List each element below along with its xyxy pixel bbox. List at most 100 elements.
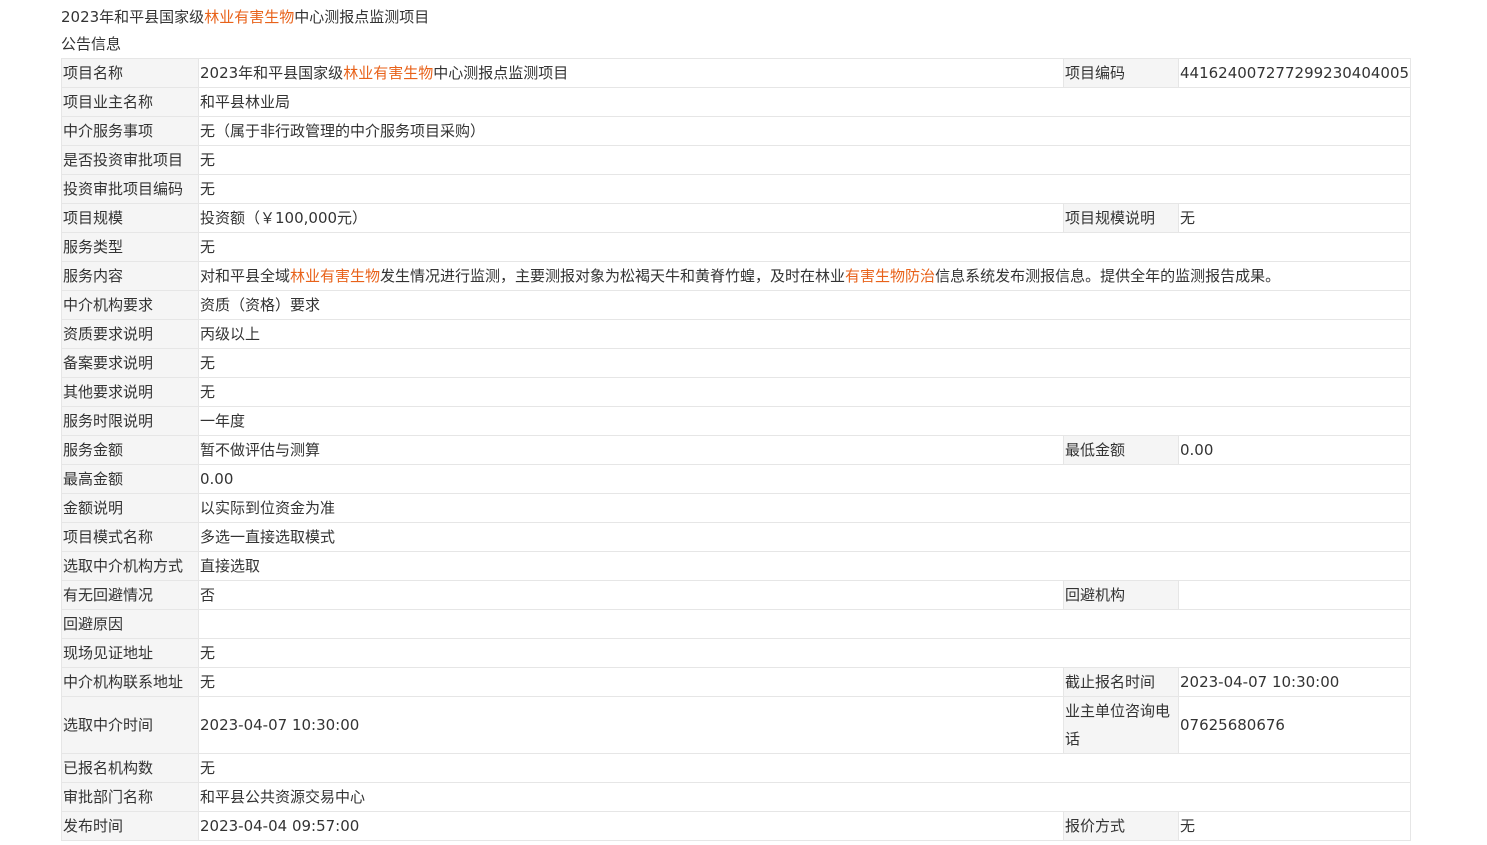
value-part: 信息系统发布测报信息。提供全年的监测报告成果。 [935, 267, 1281, 285]
field-label: 发布时间 [61, 811, 199, 841]
field-label: 中介服务事项 [61, 116, 199, 146]
field-label: 项目规模 [61, 203, 199, 233]
field-value: 无（属于非行政管理的中介服务项目采购） [198, 116, 1411, 146]
table-row: 审批部门名称 和平县公共资源交易中心 [61, 782, 1411, 812]
page-title-part: 2023年和平县国家级 [61, 8, 205, 26]
field-value: 和平县公共资源交易中心 [198, 782, 1411, 812]
field-label: 服务内容 [61, 261, 199, 291]
field-value: 2023-04-04 09:57:00 [198, 811, 1064, 841]
page-title-part: 中心测报点监测项目 [294, 8, 430, 26]
table-row: 发布时间 2023-04-04 09:57:00 报价方式 无 [61, 811, 1411, 841]
table-row: 其他要求说明 无 [61, 377, 1411, 407]
field-value: 0.00 [1178, 435, 1411, 465]
table-row: 回避原因 [61, 609, 1411, 639]
table-row: 金额说明 以实际到位资金为准 [61, 493, 1411, 523]
field-value: 和平县林业局 [198, 87, 1411, 117]
value-highlight: 林业有害生物 [343, 64, 434, 82]
field-label: 中介机构要求 [61, 290, 199, 320]
table-row: 投资审批项目编码 无 [61, 174, 1411, 204]
table-row: 中介机构要求 资质（资格）要求 [61, 290, 1411, 320]
field-label: 项目规模说明 [1063, 203, 1179, 233]
field-label: 其他要求说明 [61, 377, 199, 407]
field-label: 选取中介机构方式 [61, 551, 199, 581]
table-row: 项目名称 2023年和平县国家级林业有害生物中心测报点监测项目 项目编码 441… [61, 58, 1411, 88]
table-row: 中介服务事项 无（属于非行政管理的中介服务项目采购） [61, 116, 1411, 146]
field-value: 无 [198, 377, 1411, 407]
table-row: 是否投资审批项目 无 [61, 145, 1411, 175]
field-value: 2023年和平县国家级林业有害生物中心测报点监测项目 [198, 58, 1064, 88]
field-label: 服务类型 [61, 232, 199, 262]
page-title-highlight: 林业有害生物 [204, 8, 295, 26]
field-value: 无 [198, 145, 1411, 175]
table-row: 已报名机构数 无 [61, 753, 1411, 783]
field-label: 项目模式名称 [61, 522, 199, 552]
field-value: 无 [198, 174, 1411, 204]
field-value: 无 [198, 753, 1411, 783]
field-label: 审批部门名称 [61, 782, 199, 812]
field-value: 无 [1178, 203, 1411, 233]
value-highlight: 林业有害生物 [290, 267, 381, 285]
value-part: 对和平县全域 [200, 267, 291, 285]
value-highlight: 有害生物防治 [845, 267, 936, 285]
table-row: 有无回避情况 否 回避机构 [61, 580, 1411, 610]
value-part: 发生情况进行监测，主要测报对象为松褐天牛和黄脊竹蝗，及时在林业 [380, 267, 846, 285]
field-value: 一年度 [198, 406, 1411, 436]
field-value: 2023-04-07 10:30:00 [1178, 667, 1411, 697]
field-value: 07625680676 [1178, 696, 1411, 754]
field-label: 回避原因 [61, 609, 199, 639]
field-label: 报价方式 [1063, 811, 1179, 841]
field-label: 最高金额 [61, 464, 199, 494]
field-label: 项目业主名称 [61, 87, 199, 117]
field-label: 选取中介时间 [61, 696, 199, 754]
table-row: 服务内容 对和平县全域林业有害生物发生情况进行监测，主要测报对象为松褐天牛和黄脊… [61, 261, 1411, 291]
field-label: 最低金额 [1063, 435, 1179, 465]
field-label: 项目编码 [1063, 58, 1179, 88]
field-label: 截止报名时间 [1063, 667, 1179, 697]
table-row: 选取中介机构方式 直接选取 [61, 551, 1411, 581]
table-row: 项目模式名称 多选一直接选取模式 [61, 522, 1411, 552]
value-part: 中心测报点监测项目 [433, 64, 569, 82]
table-row: 项目规模 投资额（￥100,000元） 项目规模说明 无 [61, 203, 1411, 233]
field-label: 回避机构 [1063, 580, 1179, 610]
field-value: 暂不做评估与测算 [198, 435, 1064, 465]
field-value [1178, 580, 1411, 610]
field-label: 服务金额 [61, 435, 199, 465]
field-value: 0.00 [198, 464, 1411, 494]
field-value: 直接选取 [198, 551, 1411, 581]
field-label: 资质要求说明 [61, 319, 199, 349]
field-label: 已报名机构数 [61, 753, 199, 783]
table-row: 选取中介时间 2023-04-07 10:30:00 业主单位咨询电话 0762… [61, 696, 1411, 754]
table-row: 资质要求说明 丙级以上 [61, 319, 1411, 349]
field-value: 丙级以上 [198, 319, 1411, 349]
field-value: 资质（资格）要求 [198, 290, 1411, 320]
field-value: 2023-04-07 10:30:00 [198, 696, 1064, 754]
table-row: 服务时限说明 一年度 [61, 406, 1411, 436]
field-label: 有无回避情况 [61, 580, 199, 610]
field-value: 无 [198, 638, 1411, 668]
table-row: 最高金额 0.00 [61, 464, 1411, 494]
field-label: 项目名称 [61, 58, 199, 88]
field-value: 无 [198, 348, 1411, 378]
field-value: 4416240072772992304040057 [1178, 58, 1411, 88]
field-value: 无 [198, 667, 1064, 697]
field-label: 服务时限说明 [61, 406, 199, 436]
table-row: 备案要求说明 无 [61, 348, 1411, 378]
table-row: 中介机构联系地址 无 截止报名时间 2023-04-07 10:30:00 [61, 667, 1411, 697]
field-label: 中介机构联系地址 [61, 667, 199, 697]
info-table: 项目名称 2023年和平县国家级林业有害生物中心测报点监测项目 项目编码 441… [61, 58, 1411, 841]
field-label: 投资审批项目编码 [61, 174, 199, 204]
table-row: 服务金额 暂不做评估与测算 最低金额 0.00 [61, 435, 1411, 465]
field-value: 无 [198, 232, 1411, 262]
field-value: 否 [198, 580, 1064, 610]
field-value: 对和平县全域林业有害生物发生情况进行监测，主要测报对象为松褐天牛和黄脊竹蝗，及时… [198, 261, 1411, 291]
field-value: 投资额（￥100,000元） [198, 203, 1064, 233]
field-label: 金额说明 [61, 493, 199, 523]
field-label: 备案要求说明 [61, 348, 199, 378]
table-row: 服务类型 无 [61, 232, 1411, 262]
table-row: 现场见证地址 无 [61, 638, 1411, 668]
field-value: 多选一直接选取模式 [198, 522, 1411, 552]
section-title: 公告信息 [61, 35, 122, 53]
field-value: 无 [1178, 811, 1411, 841]
field-label: 业主单位咨询电话 [1063, 696, 1179, 754]
field-value [198, 609, 1411, 639]
